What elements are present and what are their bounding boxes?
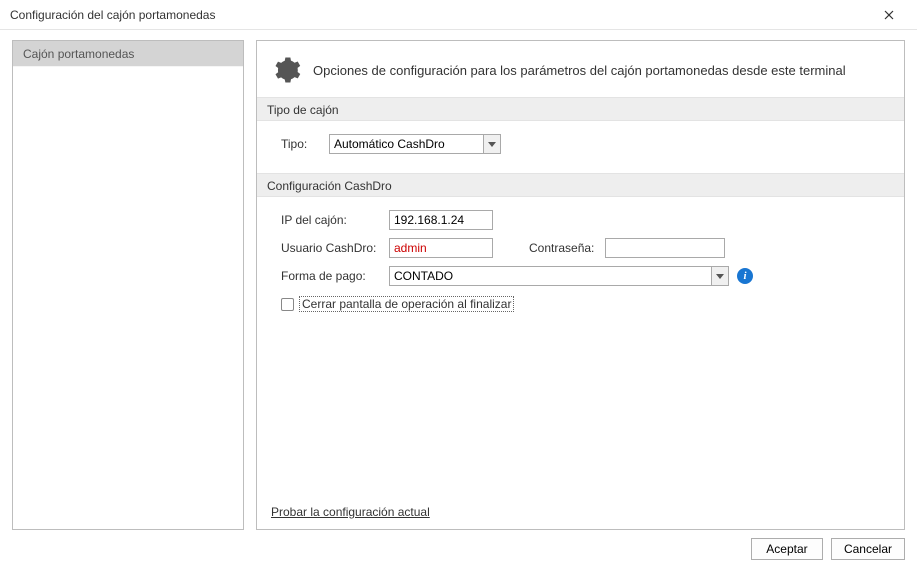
cancel-button[interactable]: Cancelar bbox=[831, 538, 905, 560]
sidebar: Cajón portamonedas bbox=[12, 40, 244, 530]
sidebar-item-cajon[interactable]: Cajón portamonedas bbox=[13, 41, 243, 67]
forma-dropdown-button[interactable] bbox=[711, 266, 729, 286]
close-button[interactable] bbox=[869, 1, 909, 29]
tipo-dropdown-button[interactable] bbox=[483, 134, 501, 154]
close-screen-checkbox-label[interactable]: Cerrar pantalla de operación al finaliza… bbox=[299, 296, 514, 312]
pass-label: Contraseña: bbox=[529, 241, 605, 255]
close-screen-checkbox[interactable] bbox=[281, 298, 294, 311]
forma-combo[interactable] bbox=[389, 266, 729, 286]
footer: Aceptar Cancelar bbox=[0, 530, 917, 560]
tipo-label: Tipo: bbox=[281, 137, 329, 151]
forma-label: Forma de pago: bbox=[281, 269, 389, 283]
titlebar: Configuración del cajón portamonedas bbox=[0, 0, 917, 30]
tipo-input[interactable] bbox=[329, 134, 483, 154]
ip-label: IP del cajón: bbox=[281, 213, 389, 227]
pass-input[interactable] bbox=[605, 238, 725, 258]
test-config-link[interactable]: Probar la configuración actual bbox=[271, 505, 430, 519]
gear-icon bbox=[271, 55, 301, 85]
info-icon[interactable]: i bbox=[737, 268, 753, 284]
panel-header: Opciones de configuración para los parám… bbox=[271, 55, 890, 85]
accept-button[interactable]: Aceptar bbox=[751, 538, 823, 560]
ip-input[interactable] bbox=[389, 210, 493, 230]
forma-input[interactable] bbox=[389, 266, 711, 286]
close-icon bbox=[884, 10, 894, 20]
section-header-tipo: Tipo de cajón bbox=[257, 97, 904, 121]
section-body-cashdro: IP del cajón: Usuario CashDro: Contraseñ… bbox=[271, 197, 890, 333]
panel-header-text: Opciones de configuración para los parám… bbox=[313, 63, 846, 78]
tipo-combo[interactable] bbox=[329, 134, 501, 154]
main-panel: Opciones de configuración para los parám… bbox=[256, 40, 905, 530]
window-title: Configuración del cajón portamonedas bbox=[10, 8, 869, 22]
section-body-tipo: Tipo: bbox=[271, 121, 890, 173]
chevron-down-icon bbox=[716, 274, 724, 279]
chevron-down-icon bbox=[488, 142, 496, 147]
section-header-cashdro: Configuración CashDro bbox=[257, 173, 904, 197]
user-label: Usuario CashDro: bbox=[281, 241, 389, 255]
user-input[interactable] bbox=[389, 238, 493, 258]
content: Cajón portamonedas Opciones de configura… bbox=[0, 30, 917, 530]
